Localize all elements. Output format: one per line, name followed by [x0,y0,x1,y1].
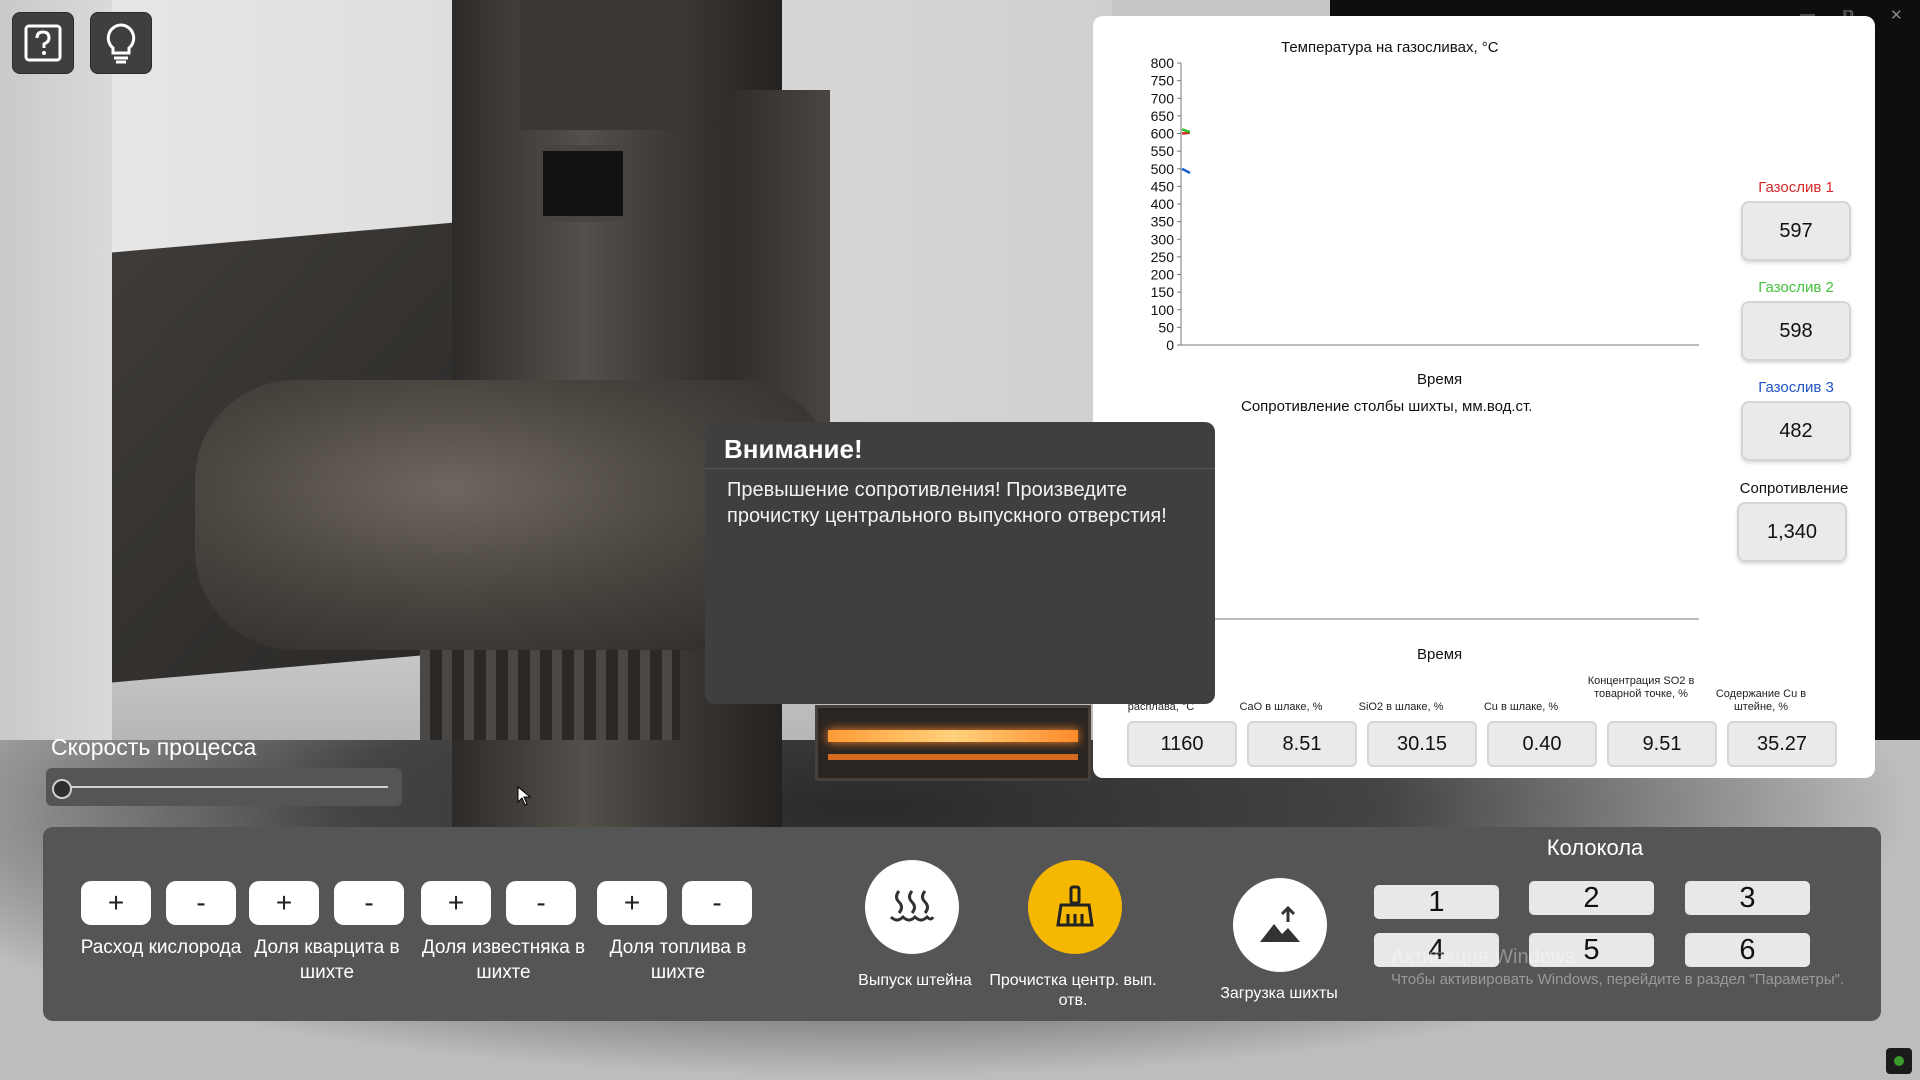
load-mountain-icon [1260,905,1300,942]
activation-watermark-title: Активация Windows [1391,946,1576,968]
limestone-minus-button[interactable]: - [506,881,576,925]
status-indicator [1886,1048,1912,1074]
warning-title: Внимание! [724,434,863,464]
help-icon [24,24,62,62]
param-value-cao: 8.51 [1247,721,1357,767]
fuel-minus-button[interactable]: - [682,881,752,925]
steam-icon [889,890,935,922]
fuel-plus-button[interactable]: + [597,881,667,925]
furnace-tuyeres [420,650,680,740]
param-value-melt-temp: 1160 [1127,721,1237,767]
param-label-cu-matte: Содержание Cu в штейне, % [1715,688,1807,713]
speed-slider-knob[interactable] [52,779,72,799]
furnace-top [520,0,680,130]
param-label-sio2: SiO2 в шлаке, % [1358,701,1444,713]
mouse-cursor-icon [517,786,531,806]
resistance-value: 1,340 [1737,502,1847,562]
param-label-cu-slag: Cu в шлаке, % [1483,701,1559,713]
speed-slider-track [60,786,388,788]
furnace-window [537,145,629,222]
resistance-label: Сопротивление [1739,480,1849,497]
bell-3-button[interactable]: 3 [1685,881,1810,915]
broom-icon [1056,885,1094,927]
gas-2-value: 598 [1741,301,1851,361]
param-value-sio2: 30.15 [1367,721,1477,767]
speed-slider[interactable] [46,768,402,806]
gas-3-label: Газослив 3 [1758,379,1834,396]
quartzite-plus-button[interactable]: + [249,881,319,925]
bells-title: Колокола [1546,835,1644,860]
param-value-so2: 9.51 [1607,721,1717,767]
fuel-label: Доля топлива в шихте [609,937,747,983]
resistance-chart-xlabel: Время [1417,646,1463,663]
bell-1-button[interactable]: 1 [1374,885,1499,919]
warning-dialog: Внимание! Превышение сопротивления! Прои… [705,422,1215,704]
speed-label: Скорость процесса [51,734,257,760]
limestone-label: Доля известняка в шихте [421,937,586,983]
param-label-so2: Концентрация SO2 в товарной точке, % [1587,675,1695,700]
param-label-cao: CaO в шлаке, % [1239,701,1323,713]
release-matte-button[interactable] [865,860,959,954]
load-charge-button[interactable] [1233,878,1327,972]
activation-watermark-text: Чтобы активировать Windows, перейдите в … [1391,971,1845,988]
oxygen-plus-button[interactable]: + [81,881,151,925]
help-button[interactable] [12,12,74,74]
oxygen-minus-button[interactable]: - [166,881,236,925]
scene-left-wall [0,0,112,840]
limestone-plus-button[interactable]: + [421,881,491,925]
close-icon[interactable]: ✕ [1890,6,1903,24]
warning-message: Превышение сопротивления! Произведите пр… [727,479,1167,527]
gas-1-label: Газослив 1 [1758,179,1834,196]
molten-metal-tap [815,705,1091,781]
load-charge-label: Загрузка шихты [1220,985,1338,1002]
oxygen-label: Расход кислорода [80,937,242,958]
param-value-cu-slag: 0.40 [1487,721,1597,767]
bell-2-button[interactable]: 2 [1529,881,1654,915]
lightbulb-icon [106,23,136,64]
hint-button[interactable] [90,12,152,74]
gas-2-label: Газослив 2 [1758,279,1834,296]
quartzite-minus-button[interactable]: - [334,881,404,925]
clean-tap-hole-button[interactable] [1028,860,1122,954]
quartzite-label: Доля кварцита в шихте [254,937,400,983]
bell-6-button[interactable]: 6 [1685,933,1810,967]
warning-divider [705,468,1215,469]
gas-3-value: 482 [1741,401,1851,461]
param-value-cu-matte: 35.27 [1727,721,1837,767]
clean-tap-hole-label: Прочистка центр. вып. отв. [989,972,1157,1009]
gas-1-value: 597 [1741,201,1851,261]
